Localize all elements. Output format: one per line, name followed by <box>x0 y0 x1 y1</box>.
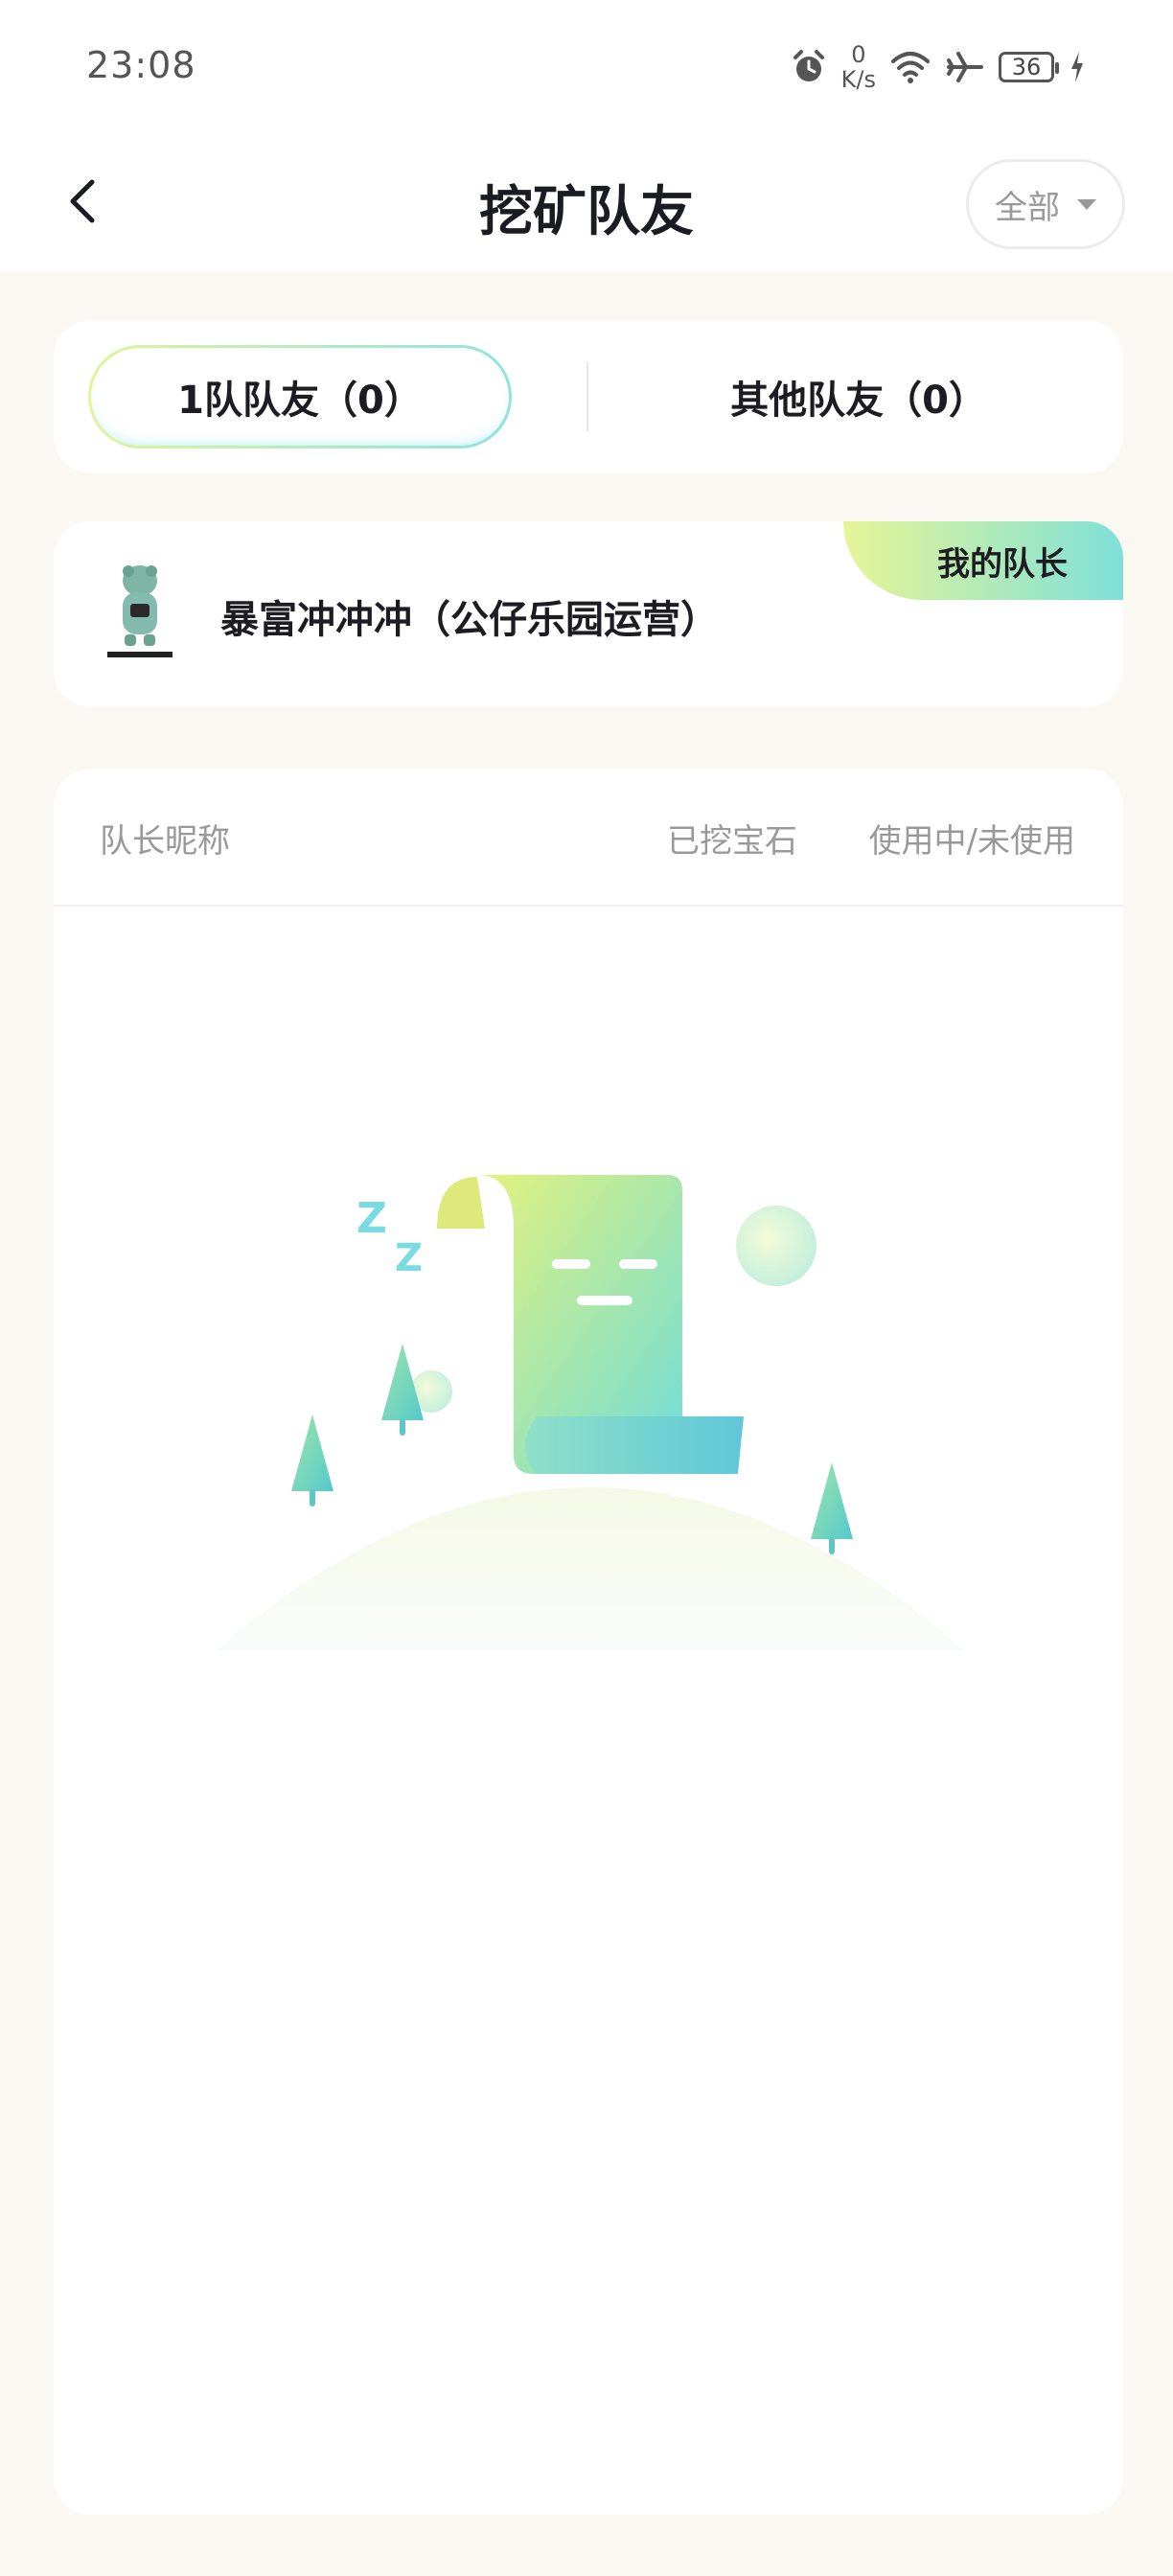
tab-other-teammates[interactable]: 其他队友（0） <box>629 345 1089 448</box>
team-tabs: 1队队友（0） 其他队友（0） <box>54 320 1123 473</box>
network-speed-value: 0 <box>851 41 866 68</box>
list-header: 队长昵称 已挖宝石 使用中/未使用 <box>54 769 1123 907</box>
status-bar: 23:08 0 K/s 36 <box>0 0 1173 134</box>
svg-text:Z: Z <box>395 1236 423 1280</box>
teammate-list: 队长昵称 已挖宝石 使用中/未使用 Z Z <box>54 769 1123 2515</box>
page: 23:08 0 K/s 36 挖矿队友 全部 1队队友（0） 其他队友（0） 我… <box>0 0 1173 2576</box>
charging-icon <box>1071 52 1083 82</box>
tab-team-1-label: 1队队友（0） <box>91 348 509 446</box>
filter-label: 全部 <box>995 188 1060 227</box>
column-usage-status: 使用中/未使用 <box>868 822 1075 861</box>
empty-state-illustration: Z Z <box>217 1175 964 1650</box>
captain-name: 暴富冲冲冲（公仔乐园运营） <box>220 598 719 642</box>
nav-bar: 挖矿队友 全部 <box>0 134 1173 272</box>
tab-team-1[interactable]: 1队队友（0） <box>88 345 512 448</box>
network-speed-unit: K/s <box>840 66 876 93</box>
tab-divider <box>586 362 588 431</box>
airplane-icon <box>947 52 983 82</box>
alarm-icon <box>793 50 824 81</box>
column-captain-nickname: 队长昵称 <box>100 822 230 861</box>
wifi-icon <box>891 52 930 83</box>
svg-text:Z: Z <box>356 1194 387 1243</box>
filter-dropdown[interactable]: 全部 <box>966 159 1125 249</box>
captain-avatar <box>105 565 174 659</box>
column-mined-gems: 已挖宝石 <box>667 822 797 861</box>
status-icons: 0 K/s 36 <box>790 38 1087 96</box>
caret-down-icon <box>1077 198 1096 210</box>
battery-icon: 36 <box>999 52 1059 82</box>
captain-card[interactable]: 我的队长 暴富冲冲冲（公仔乐园运营） <box>54 521 1123 707</box>
my-captain-badge: 我的队长 <box>843 521 1123 600</box>
network-speed: 0 K/s <box>841 42 876 92</box>
status-time: 23:08 <box>86 44 196 86</box>
